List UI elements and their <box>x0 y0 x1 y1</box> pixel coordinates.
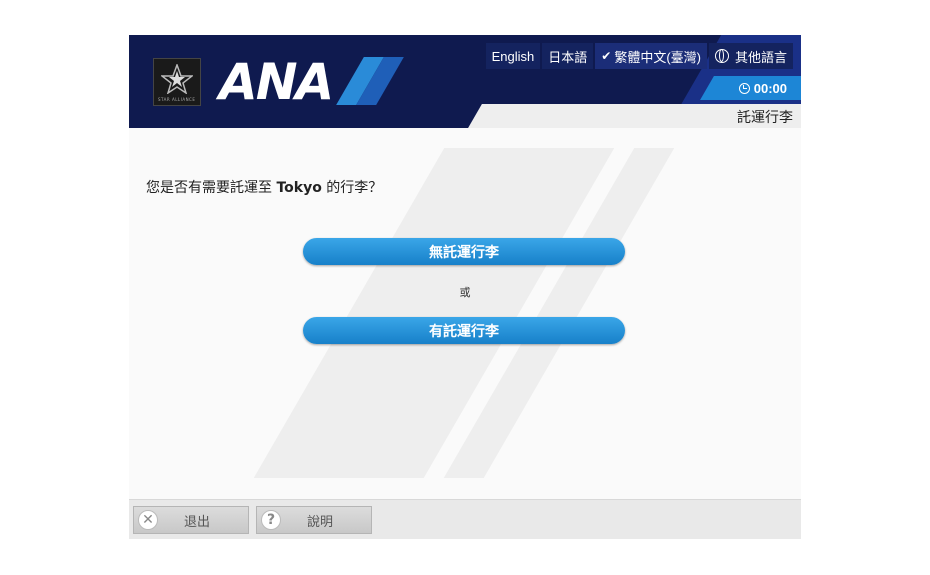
help-label: 說明 <box>306 514 333 530</box>
language-bar: English 日本語 ✔ 繁體中文(臺灣) 其他語言 <box>484 43 793 69</box>
page-title-tab: 託運行李 <box>491 104 801 128</box>
has-checked-bags-button[interactable]: 有託運行李 <box>303 317 625 344</box>
lang-chinese-button[interactable]: ✔ 繁體中文(臺灣) <box>595 43 707 69</box>
lang-japanese-label: 日本語 <box>548 49 588 65</box>
ana-logo: ANA <box>219 53 405 111</box>
or-separator: 或 <box>459 286 471 299</box>
timer-value: 00:00 <box>753 80 787 96</box>
lang-japanese-button[interactable]: 日本語 <box>542 43 594 69</box>
star-alliance-logo: STAR ALLIANCE <box>153 58 201 106</box>
question-prefix: 您是否有需要託運至 <box>146 180 277 196</box>
help-button[interactable]: ? 說明 <box>256 506 372 534</box>
alliance-text: STAR ALLIANCE <box>158 97 196 102</box>
exit-button[interactable]: ✕ 退出 <box>133 506 249 534</box>
page-title: 託運行李 <box>737 110 793 126</box>
destination-name: Tokyo <box>276 180 322 196</box>
lang-english-button[interactable]: English <box>485 43 541 69</box>
check-icon: ✔ <box>601 49 612 63</box>
globe-icon <box>714 49 729 63</box>
exit-label: 退出 <box>183 514 210 530</box>
header: STAR ALLIANCE ANA English 日本語 ✔ 繁體中文(臺灣)… <box>129 35 801 128</box>
lang-english-label: English <box>491 48 535 64</box>
has-checked-bags-label: 有託運行李 <box>429 323 499 340</box>
no-checked-bags-label: 無託運行李 <box>429 244 499 261</box>
close-icon: ✕ <box>138 510 158 530</box>
baggage-question: 您是否有需要託運至 Tokyo 的行李？ <box>146 177 382 197</box>
ana-slash-mark <box>336 57 405 107</box>
clock-icon <box>738 82 750 94</box>
footer-bar: ✕ 退出 ? 說明 <box>129 499 801 539</box>
other-languages-label: 其他語言 <box>734 49 787 65</box>
lang-chinese-label: 繁體中文(臺灣) <box>614 49 701 65</box>
question-icon: ? <box>261 510 281 530</box>
ana-logo-text: ANA <box>219 53 334 111</box>
no-checked-bags-button[interactable]: 無託運行李 <box>303 238 625 265</box>
question-suffix: 的行李？ <box>321 180 383 196</box>
kiosk-screen: STAR ALLIANCE ANA English 日本語 ✔ 繁體中文(臺灣)… <box>129 35 801 539</box>
timer: 00:00 <box>717 76 801 100</box>
other-languages-button[interactable]: 其他語言 <box>708 43 793 69</box>
